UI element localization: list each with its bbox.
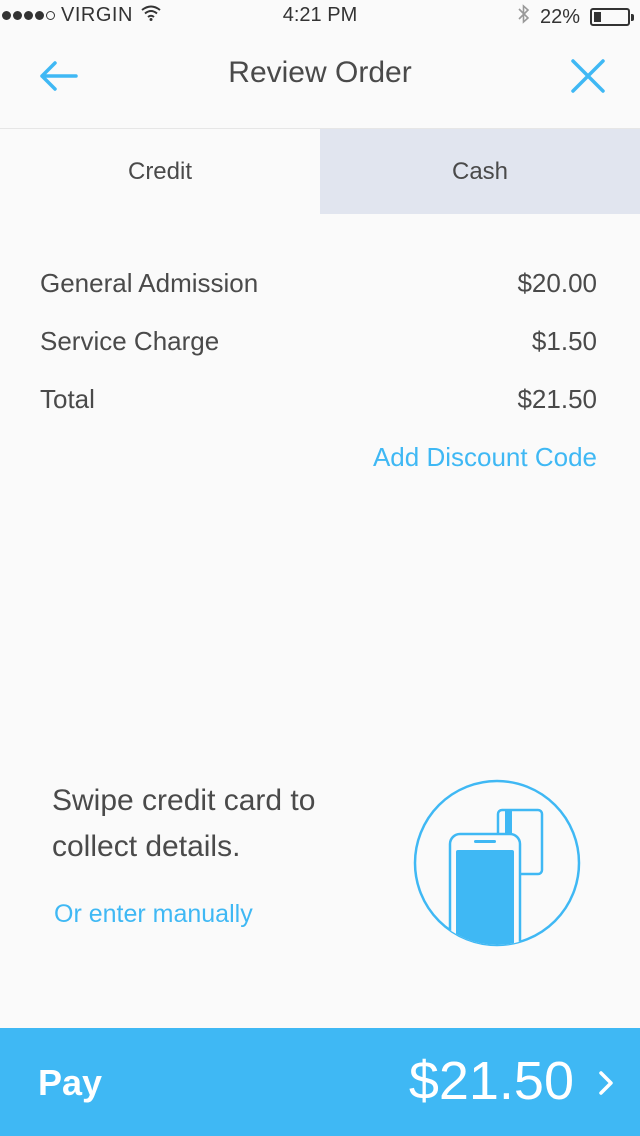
battery-percent: 22% xyxy=(539,5,580,28)
battery-fill xyxy=(594,12,602,22)
line-item-label: Total xyxy=(40,383,95,414)
close-button[interactable] xyxy=(566,54,610,98)
payment-method-tabs: Credit Cash xyxy=(0,128,640,214)
pay-amount: $21.50 xyxy=(408,1051,574,1111)
line-item-label: General Admission xyxy=(40,267,259,298)
chevron-right-icon xyxy=(599,1071,613,1095)
tab-credit[interactable]: Credit xyxy=(0,129,320,214)
swipe-instruction: Swipe credit card to collect details. xyxy=(52,784,316,863)
page-title: Review Order xyxy=(228,56,412,89)
nav-bar: Review Order xyxy=(0,30,640,128)
pay-label: Pay xyxy=(38,1062,103,1103)
close-icon xyxy=(571,59,605,93)
line-item-general-admission: General Admission $20.00 xyxy=(40,254,597,312)
phone-card-swipe-icon xyxy=(412,778,582,948)
tab-cash[interactable]: Cash xyxy=(320,129,640,214)
line-item-total: Total $21.50 xyxy=(40,370,597,428)
enter-manually-link[interactable]: Or enter manually xyxy=(54,900,253,929)
order-summary: General Admission $20.00 Service Charge … xyxy=(40,254,597,473)
pay-button[interactable]: Pay $21.50 xyxy=(0,1028,640,1136)
status-right: 22% xyxy=(518,4,634,30)
line-item-amount: $1.50 xyxy=(531,325,597,356)
add-discount-code-link[interactable]: Add Discount Code xyxy=(40,442,597,473)
line-item-amount: $20.00 xyxy=(517,267,597,298)
line-item-amount: $21.50 xyxy=(517,383,597,414)
bluetooth-icon xyxy=(518,4,530,30)
line-item-label: Service Charge xyxy=(40,325,220,356)
line-item-service-charge: Service Charge $1.50 xyxy=(40,312,597,370)
battery-icon xyxy=(590,8,634,26)
status-bar: VIRGIN 4:21 PM 22% xyxy=(0,0,640,30)
